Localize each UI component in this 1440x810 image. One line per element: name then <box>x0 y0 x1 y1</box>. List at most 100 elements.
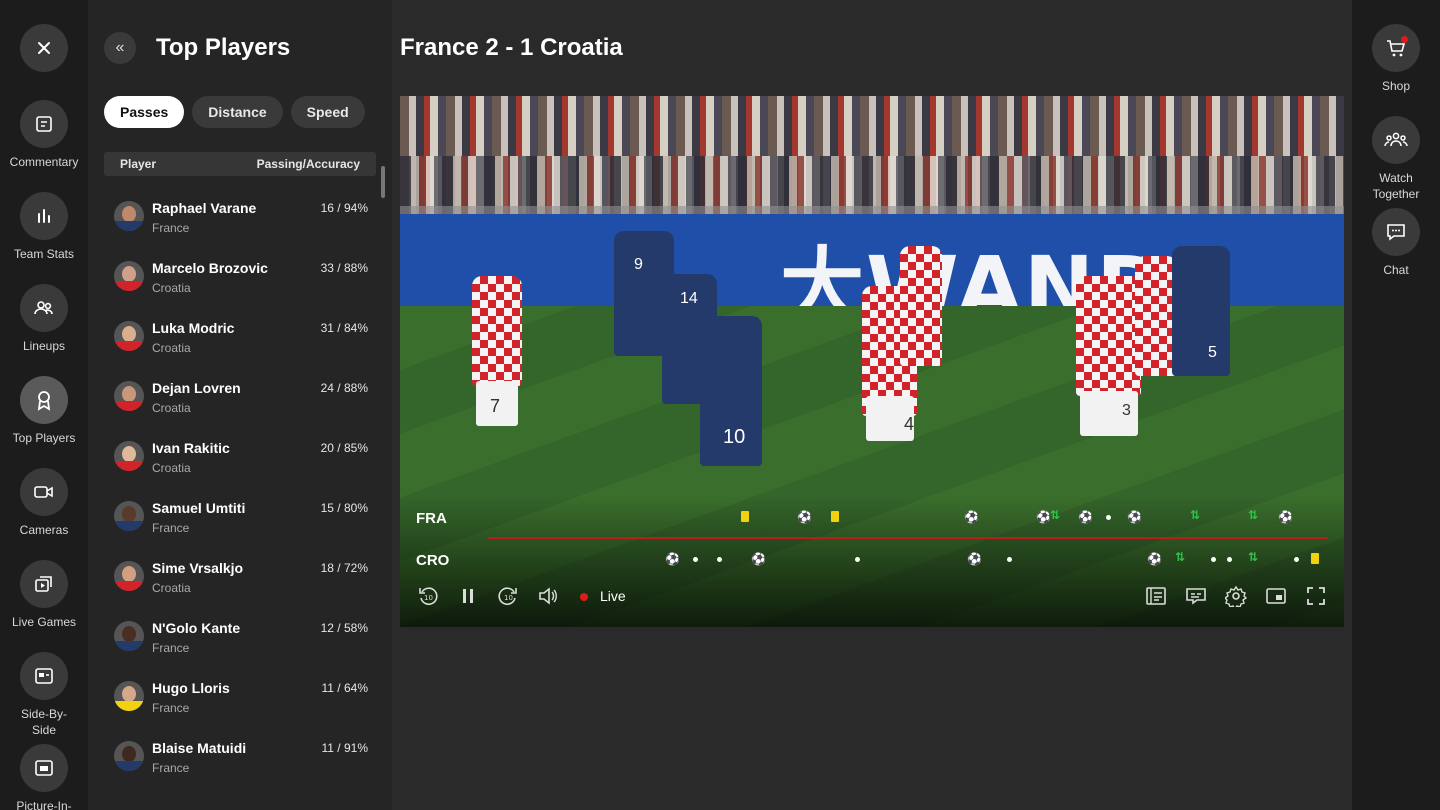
goal-icon[interactable]: ⚽ <box>1147 553 1162 565</box>
shot-icon[interactable]: ⚽ <box>1036 511 1051 523</box>
substitution-icon[interactable]: ⇅ <box>1248 551 1258 563</box>
group-icon <box>1384 132 1408 147</box>
rail-label: Live Games <box>11 615 77 629</box>
avatar <box>114 741 144 771</box>
volume-icon <box>539 587 557 605</box>
rail-item-team-stats[interactable]: Team Stats <box>0 192 88 262</box>
tab-distance[interactable]: Distance <box>192 96 283 128</box>
player-name: N'Golo Kante <box>152 620 241 636</box>
event-dot[interactable] <box>1211 557 1216 562</box>
substitution-icon[interactable]: ⇅ <box>1175 551 1185 563</box>
settings-button[interactable] <box>1224 584 1248 608</box>
stat-tabs: Passes Distance Speed <box>104 96 365 128</box>
rail-label: Lineups <box>22 339 66 353</box>
goal-icon[interactable]: ⚽ <box>1078 511 1093 523</box>
tab-speed[interactable]: Speed <box>290 96 365 128</box>
substitution-icon[interactable]: ⇅ <box>1190 509 1200 521</box>
shot-icon[interactable]: ⚽ <box>1278 511 1293 523</box>
rewind-10-icon: 10 <box>419 587 438 605</box>
goal-icon[interactable]: ⚽ <box>665 553 680 565</box>
svg-text:10: 10 <box>424 594 433 602</box>
subtitles-button[interactable] <box>1184 584 1208 608</box>
event-dot[interactable] <box>717 557 722 562</box>
playlist-button[interactable] <box>1144 584 1168 608</box>
live-games-icon <box>35 576 52 592</box>
people-icon <box>34 301 53 315</box>
goal-icon[interactable]: ⚽ <box>751 553 766 565</box>
rail-item-shop[interactable]: Shop <box>1352 24 1440 94</box>
player-row[interactable]: N'Golo Kante France 12 / 58% <box>104 606 376 666</box>
jersey-number: 4 <box>904 414 915 434</box>
jersey-number: 3 <box>1122 402 1131 419</box>
double-chevron-left-icon: « <box>115 39 125 56</box>
rail-item-side-by-side[interactable]: Side-By- Side <box>0 652 88 738</box>
player-row[interactable]: Luka Modric Croatia 31 / 84% <box>104 306 376 366</box>
mini-player-button[interactable] <box>1264 584 1288 608</box>
rail-item-top-players[interactable]: Top Players <box>0 376 88 446</box>
player-name: Sime Vrsalkjo <box>152 560 244 576</box>
scrollbar[interactable] <box>381 166 385 198</box>
bar-chart-icon <box>38 209 50 223</box>
player-team: France <box>152 761 190 775</box>
rail-item-cameras[interactable]: Cameras <box>0 468 88 538</box>
event-dot[interactable] <box>1106 515 1111 520</box>
player-row[interactable]: Sime Vrsalkjo Croatia 18 / 72% <box>104 546 376 606</box>
camera-icon <box>34 486 53 498</box>
video-player-figure <box>1076 276 1141 396</box>
rail-item-picture-in-picture[interactable]: Picture-In- <box>0 744 88 810</box>
shot-icon[interactable]: ⚽ <box>967 553 982 565</box>
substitution-icon[interactable]: ⇅ <box>1050 509 1060 521</box>
timeline-label-away: CRO <box>416 552 450 569</box>
rail-item-commentary[interactable]: Commentary <box>0 100 88 170</box>
pause-button[interactable] <box>456 584 480 608</box>
jersey-number: 9 <box>634 256 643 273</box>
svg-text:10: 10 <box>504 594 513 602</box>
video-player-figure <box>900 246 942 366</box>
goal-icon[interactable]: ⚽ <box>1127 511 1142 523</box>
rewind-10-button[interactable]: 10 <box>416 584 440 608</box>
forward-10-button[interactable]: 10 <box>496 584 520 608</box>
live-indicator-dot <box>580 593 588 601</box>
rail-item-live-games[interactable]: Live Games <box>0 560 88 630</box>
shot-icon[interactable]: ⚽ <box>964 511 979 523</box>
event-dot[interactable] <box>1294 557 1299 562</box>
rail-item-chat[interactable]: Chat <box>1352 208 1440 278</box>
jersey-number: 10 <box>723 426 746 448</box>
yellow-card-icon[interactable] <box>1311 553 1319 564</box>
yellow-card-icon[interactable] <box>741 511 749 522</box>
collapse-panel-button[interactable]: « <box>104 32 136 64</box>
goal-icon[interactable]: ⚽ <box>797 511 812 523</box>
player-stat: 11 / 91% <box>321 741 368 755</box>
match-title: France 2 - 1 Croatia <box>400 34 623 61</box>
fullscreen-button[interactable] <box>1304 584 1328 608</box>
player-row[interactable]: Dejan Lovren Croatia 24 / 88% <box>104 366 376 426</box>
player-name: Samuel Umtiti <box>152 500 246 516</box>
left-rail: Commentary Team Stats Lineups Top Player… <box>0 0 88 810</box>
timeline-progress-line[interactable] <box>488 537 1328 539</box>
yellow-card-icon[interactable] <box>831 511 839 522</box>
player-team: Croatia <box>152 281 191 295</box>
player-stat: 12 / 58% <box>320 621 368 635</box>
column-header-player: Player <box>120 157 157 171</box>
player-row[interactable]: Samuel Umtiti France 15 / 80% <box>104 486 376 546</box>
player-row[interactable]: Ivan Rakitic Croatia 20 / 85% <box>104 426 376 486</box>
close-button[interactable] <box>20 24 68 72</box>
player-row[interactable]: Hugo Lloris France 11 / 64% <box>104 666 376 726</box>
video-player-figure <box>472 276 522 386</box>
rail-item-lineups[interactable]: Lineups <box>0 284 88 354</box>
rail-item-watch-together[interactable]: Watch Together <box>1352 116 1440 202</box>
event-dot[interactable] <box>693 557 698 562</box>
table-header: Player Passing/Accuracy <box>104 152 376 176</box>
video-controls: 10 10 Live <box>400 582 1344 612</box>
video-player[interactable]: 大WAND 7 9 14 10 4 3 5 FRA CRO ⚽ ⚽ ⚽ ⇅ ⚽ … <box>400 96 1344 627</box>
player-row[interactable]: Raphael Varane France 16 / 94% <box>104 186 376 246</box>
event-dot[interactable] <box>1227 557 1232 562</box>
player-row[interactable]: Blaise Matuidi France 11 / 91% <box>104 726 376 786</box>
event-dot[interactable] <box>855 557 860 562</box>
player-row[interactable]: Marcelo Brozovic Croatia 33 / 88% <box>104 246 376 306</box>
volume-button[interactable] <box>536 584 560 608</box>
substitution-icon[interactable]: ⇅ <box>1248 509 1258 521</box>
tab-passes[interactable]: Passes <box>104 96 185 128</box>
event-dot[interactable] <box>1007 557 1012 562</box>
forward-10-icon: 10 <box>498 587 517 605</box>
